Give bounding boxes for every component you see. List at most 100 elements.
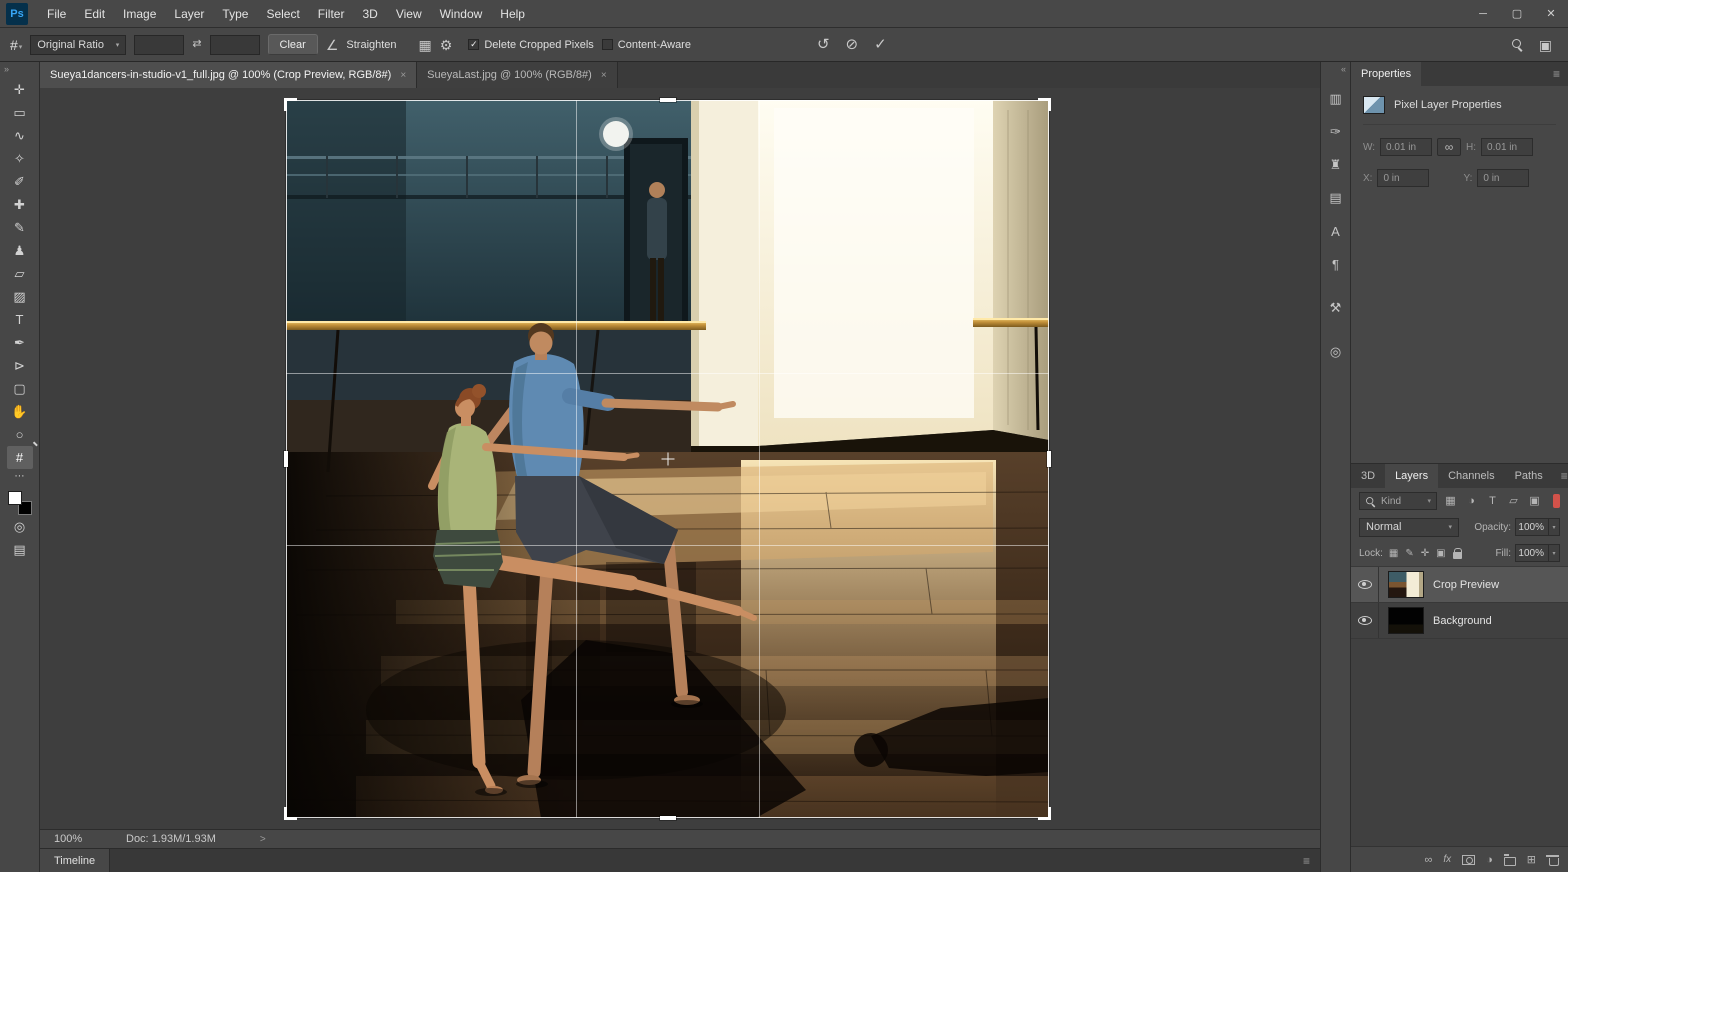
menu-window[interactable]: Window: [431, 0, 492, 28]
minimize-button[interactable]: ─: [1466, 0, 1500, 28]
paragraph-panel-icon[interactable]: ¶: [1324, 252, 1348, 276]
x-field[interactable]: 0 in: [1377, 169, 1429, 187]
rectangle-tool[interactable]: ▢: [7, 377, 33, 400]
crop-handle-top-right[interactable]: [1038, 98, 1051, 111]
crop-handle-top[interactable]: [660, 98, 676, 102]
crop-height-input[interactable]: [210, 35, 260, 55]
crop-handle-bottom[interactable]: [660, 816, 676, 820]
cancel-crop-icon[interactable]: ⊘: [846, 37, 859, 52]
link-layers-icon[interactable]: ∞: [1425, 854, 1433, 866]
aspect-ratio-select[interactable]: Original Ratio ▾: [30, 35, 126, 55]
layer-style-fx-icon[interactable]: fx: [1443, 854, 1451, 865]
pen-tool[interactable]: ✒: [7, 331, 33, 354]
filter-on-off-toggle[interactable]: [1553, 494, 1560, 508]
layers-menu-icon[interactable]: ≡: [1553, 464, 1568, 488]
character-panel-icon[interactable]: A: [1324, 219, 1348, 243]
crop-handle-top-left[interactable]: [284, 98, 297, 111]
adjustment-layer-icon[interactable]: ◑: [1486, 854, 1493, 866]
lock-transparency-icon[interactable]: ▦: [1389, 548, 1398, 559]
tab-3d[interactable]: 3D: [1351, 464, 1385, 488]
eye-icon[interactable]: [1358, 580, 1372, 589]
width-field[interactable]: 0.01 in: [1380, 138, 1432, 156]
zoom-level[interactable]: 100%: [54, 833, 114, 845]
layer-thumbnail[interactable]: [1388, 607, 1424, 634]
content-aware-checkbox[interactable]: [602, 39, 613, 50]
menu-3d[interactable]: 3D: [353, 0, 386, 28]
height-field[interactable]: 0.01 in: [1481, 138, 1533, 156]
edit-toolbar-icon[interactable]: ⋯: [7, 469, 33, 485]
eraser-tool[interactable]: ▱: [7, 262, 33, 285]
tab-layers[interactable]: Layers: [1385, 464, 1438, 488]
close-button[interactable]: ✕: [1534, 0, 1568, 28]
panel-strip-collapse-icon[interactable]: «: [1321, 62, 1350, 78]
menu-filter[interactable]: Filter: [309, 0, 354, 28]
straighten-icon[interactable]: ∠: [326, 38, 339, 52]
tab-paths[interactable]: Paths: [1505, 464, 1553, 488]
canvas-area[interactable]: [40, 88, 1320, 829]
layer-name[interactable]: Background: [1433, 615, 1492, 627]
histogram-panel-icon[interactable]: ▥: [1324, 87, 1348, 111]
crop-settings-gear-icon[interactable]: ⚙: [440, 38, 453, 52]
lock-pixels-icon[interactable]: ✎: [1405, 548, 1413, 559]
timeline-tab[interactable]: Timeline: [40, 849, 110, 872]
crop-tool-preset-button[interactable]: # ▾: [10, 37, 22, 53]
crop-tool[interactable]: #: [7, 446, 33, 469]
new-layer-icon[interactable]: ⊞: [1527, 853, 1536, 866]
crop-handle-right[interactable]: [1047, 451, 1051, 467]
path-selection-tool[interactable]: ⊳: [7, 354, 33, 377]
clone-source-panel-icon[interactable]: ♜: [1324, 153, 1348, 177]
timeline-menu-icon[interactable]: ≡: [1303, 849, 1320, 872]
delete-layer-icon[interactable]: [1547, 854, 1558, 866]
document-tab-active[interactable]: Sueya1dancers-in-studio-v1_full.jpg @ 10…: [40, 62, 417, 88]
type-tool[interactable]: T: [7, 308, 33, 331]
layer-name[interactable]: Crop Preview: [1433, 579, 1499, 591]
delete-cropped-pixels-option[interactable]: ✓ Delete Cropped Pixels: [468, 39, 593, 51]
lasso-tool[interactable]: ∿: [7, 124, 33, 147]
link-dimensions-icon[interactable]: ∞: [1437, 138, 1461, 156]
y-field[interactable]: 0 in: [1477, 169, 1529, 187]
properties-menu-icon[interactable]: ≡: [1545, 62, 1568, 86]
type-filter-icon[interactable]: T: [1485, 496, 1500, 507]
overlay-options-icon[interactable]: ▦: [419, 38, 432, 52]
visibility-cell[interactable]: [1351, 603, 1379, 638]
eye-icon[interactable]: [1358, 616, 1372, 625]
blend-mode-select[interactable]: Normal ▾: [1359, 518, 1459, 537]
move-tool[interactable]: ✛: [7, 78, 33, 101]
menu-edit[interactable]: Edit: [75, 0, 114, 28]
adjustment-filter-icon[interactable]: ◑: [1464, 496, 1479, 507]
gradient-tool[interactable]: ▨: [7, 285, 33, 308]
fill-input[interactable]: 100%: [1515, 544, 1549, 562]
status-options-chevron[interactable]: >: [260, 834, 266, 845]
toolbar-collapse-icon[interactable]: »: [0, 62, 39, 78]
shape-filter-icon[interactable]: ▱: [1506, 496, 1521, 507]
eyedropper-tool[interactable]: ✐: [7, 170, 33, 193]
brush-settings-panel-icon[interactable]: ✑: [1324, 120, 1348, 144]
image-frame[interactable]: [286, 100, 1049, 818]
layer-row-background[interactable]: Background: [1351, 603, 1568, 639]
crop-center-crosshair[interactable]: [661, 453, 674, 466]
brush-tool[interactable]: ✎: [7, 216, 33, 239]
layer-row-crop-preview[interactable]: Crop Preview: [1351, 567, 1568, 603]
tool-presets-panel-icon[interactable]: ⚒: [1324, 296, 1348, 320]
workspace-switcher-icon[interactable]: ▣: [1539, 38, 1552, 52]
document-tab-inactive[interactable]: SueyaLast.jpg @ 100% (RGB/8#) ×: [417, 62, 617, 88]
tab-properties[interactable]: Properties: [1351, 62, 1421, 86]
search-icon[interactable]: [1512, 39, 1523, 50]
screen-mode-button[interactable]: ▤: [7, 538, 33, 561]
fill-chevron[interactable]: ▾: [1548, 544, 1560, 562]
smart-object-filter-icon[interactable]: ▣: [1527, 496, 1542, 507]
close-tab-icon[interactable]: ×: [400, 70, 406, 81]
zoom-tool[interactable]: ○: [7, 423, 33, 446]
delete-cropped-pixels-checkbox[interactable]: ✓: [468, 39, 479, 50]
visibility-cell[interactable]: [1351, 567, 1379, 602]
marquee-tool[interactable]: ▭: [7, 101, 33, 124]
new-group-icon[interactable]: [1504, 857, 1516, 866]
crop-handle-bottom-right[interactable]: [1038, 807, 1051, 820]
maximize-button[interactable]: ▢: [1500, 0, 1534, 28]
quick-mask-button[interactable]: ◎: [7, 515, 33, 538]
content-aware-option[interactable]: Content-Aware: [602, 39, 691, 51]
menu-help[interactable]: Help: [491, 0, 534, 28]
libraries-panel-icon[interactable]: ▤: [1324, 186, 1348, 210]
filter-kind-select[interactable]: Kind ▾: [1359, 492, 1437, 510]
lock-position-icon[interactable]: ✛: [1421, 548, 1429, 559]
